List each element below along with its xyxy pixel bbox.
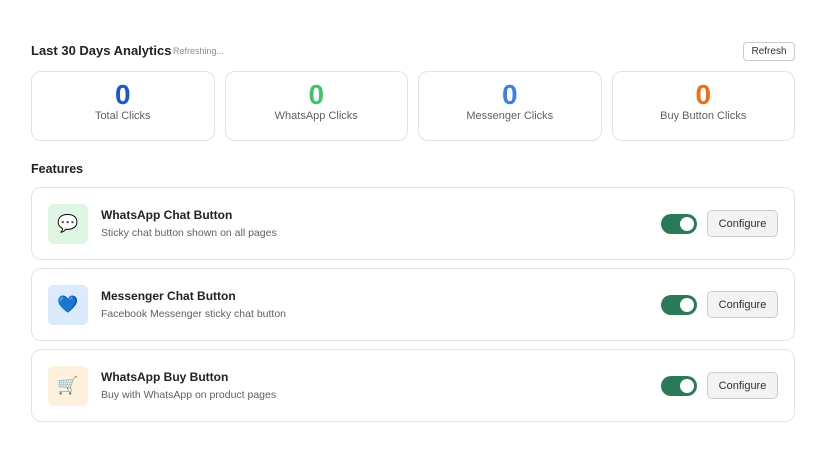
feature-description: Buy with WhatsApp on product pages [101,389,277,401]
stat-card-messenger-clicks: 0 Messenger Clicks [418,71,602,141]
stat-card-total-clicks: 0 Total Clicks [31,71,215,141]
toggle-knob [680,379,694,393]
configure-button[interactable]: Configure [707,372,778,399]
refresh-button[interactable]: Refresh [743,42,795,61]
blue-heart-icon: 💙 [48,285,88,325]
stat-card-whatsapp-clicks: 0 WhatsApp Clicks [224,71,408,141]
feature-title: Messenger Chat Button [101,289,236,303]
feature-toggle[interactable] [661,214,697,234]
stat-label: Messenger Clicks [466,110,554,122]
configure-button[interactable]: Configure [707,210,778,237]
feature-card-whatsapp-buy: 🛒 WhatsApp Buy Button Buy with WhatsApp … [31,349,795,422]
shopping-cart-icon: 🛒 [48,366,88,406]
feature-title: WhatsApp Chat Button [101,208,233,222]
toggle-knob [680,298,694,312]
feature-card-whatsapp-chat: 💬 WhatsApp Chat Button Sticky chat butto… [31,187,795,260]
speech-bubble-icon: 💬 [48,204,88,244]
feature-description: Sticky chat button shown on all pages [101,227,277,239]
feature-description: Facebook Messenger sticky chat button [101,308,287,320]
features-list: 💬 WhatsApp Chat Button Sticky chat butto… [31,187,795,430]
stat-label: Buy Button Clicks [660,110,747,122]
feature-toggle[interactable] [661,295,697,315]
stat-label: Total Clicks [94,110,151,122]
toggle-knob [680,217,694,231]
stats-row: 0 Total Clicks 0 WhatsApp Clicks 0 Messe… [31,71,795,141]
feature-title: WhatsApp Buy Button [101,370,229,384]
refresh-status: Refreshing... [173,46,225,56]
feature-toggle[interactable] [661,376,697,396]
analytics-header: Last 30 Days Analytics Refreshing... Ref… [31,42,795,62]
stat-value: 0 [114,79,131,110]
stat-value: 0 [501,79,518,110]
feature-card-messenger-chat: 💙 Messenger Chat Button Facebook Messeng… [31,268,795,341]
stat-value: 0 [308,79,325,110]
features-title: Features [31,162,84,176]
stat-value: 0 [695,79,712,110]
stat-card-buy-button-clicks: 0 Buy Button Clicks [611,71,795,141]
stat-label: WhatsApp Clicks [274,110,358,122]
analytics-title: Last 30 Days Analytics [31,43,172,58]
configure-button[interactable]: Configure [707,291,778,318]
